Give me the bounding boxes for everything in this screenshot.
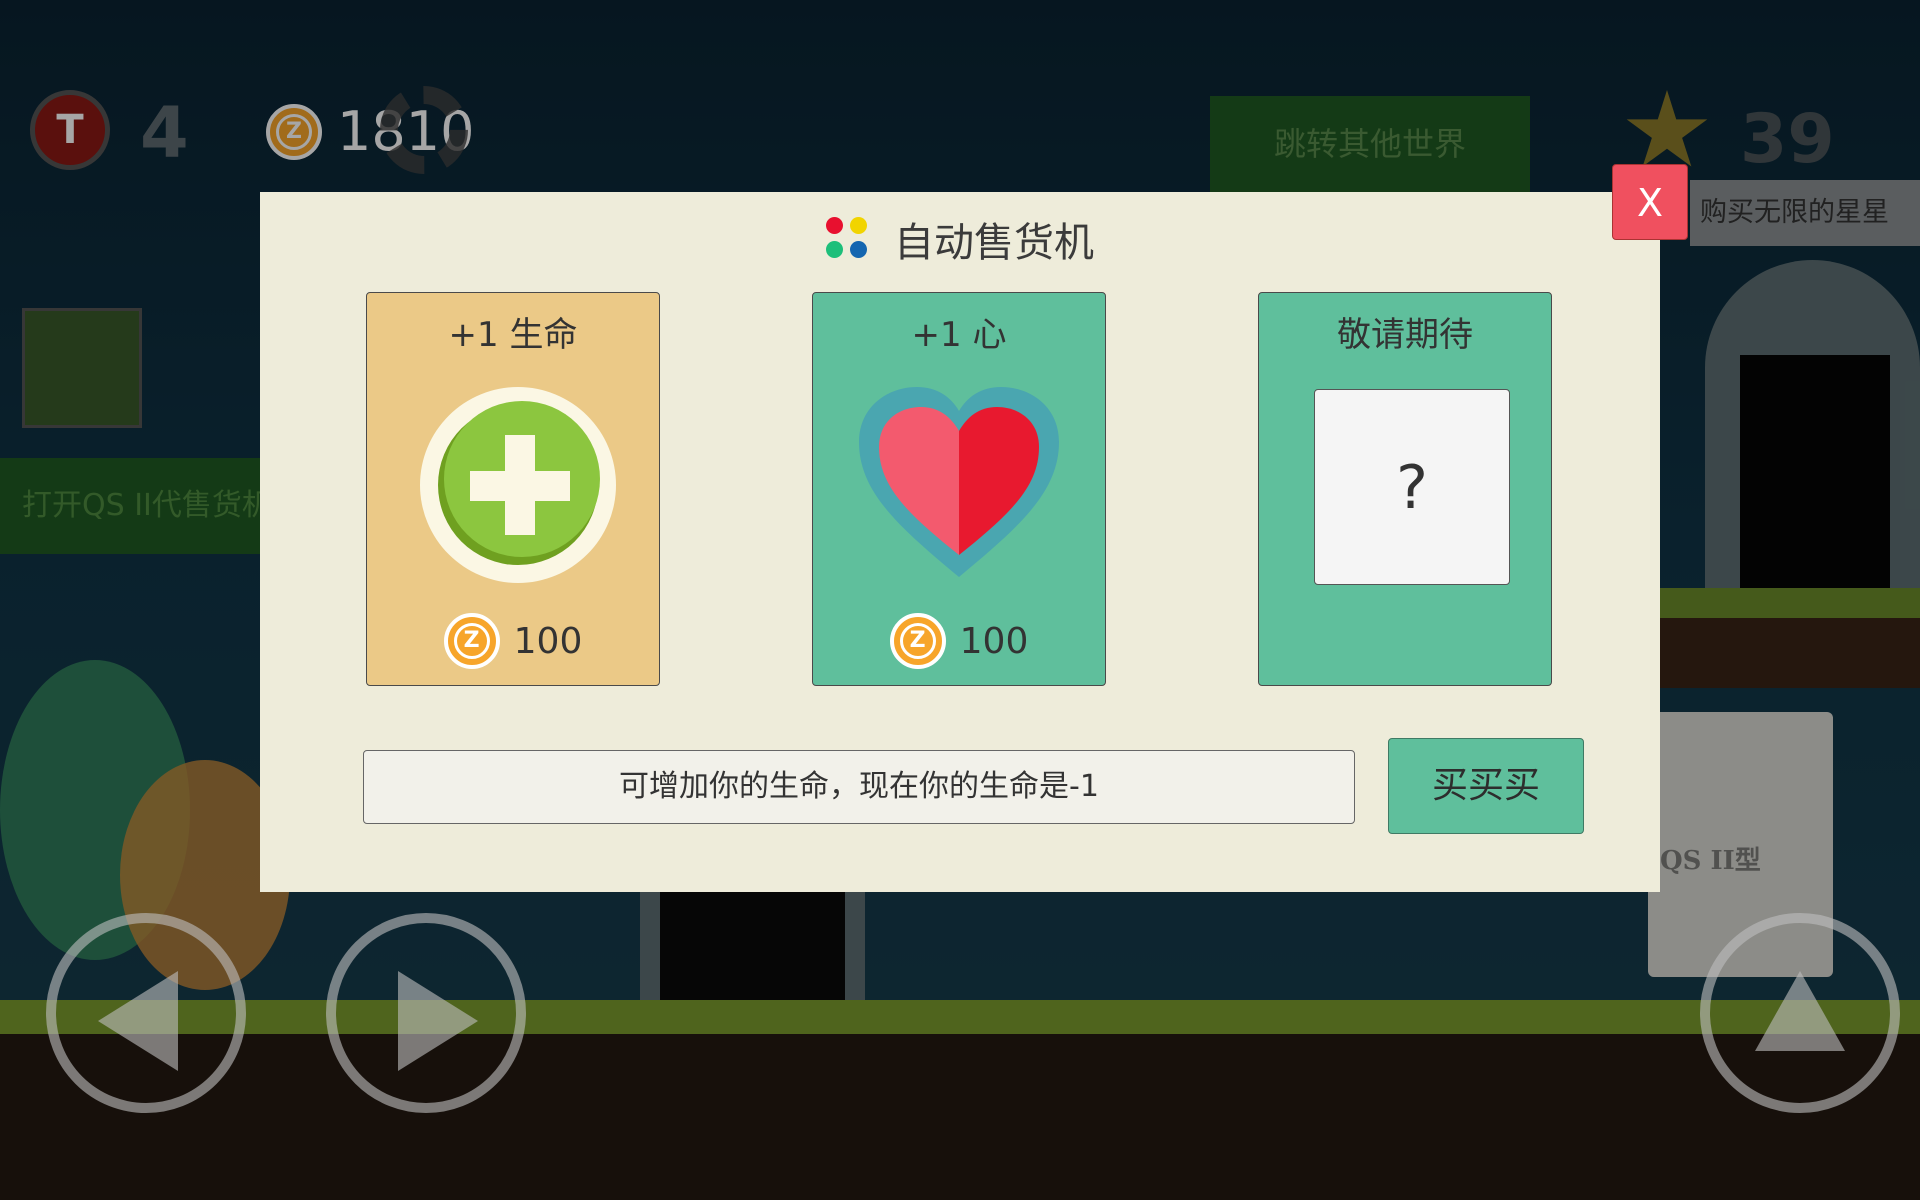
move-left-button[interactable]	[46, 913, 246, 1113]
jump-button[interactable]	[1700, 913, 1900, 1113]
app-dots-icon	[826, 217, 870, 261]
question-icon: ?	[1314, 389, 1510, 585]
item-price: Z 100	[813, 613, 1105, 669]
item-title: +1 生命	[448, 315, 578, 355]
dialog-title: 自动售货机	[260, 210, 1660, 268]
left-arrow-icon	[98, 971, 178, 1071]
close-button[interactable]: X	[1612, 164, 1688, 240]
item-price-value: 100	[513, 620, 583, 662]
dialog-title-text: 自动售货机	[894, 220, 1094, 266]
heart-icon	[859, 387, 1059, 577]
item-price: Z 100	[367, 613, 659, 669]
up-arrow-icon	[1755, 971, 1845, 1051]
item-price-value: 100	[959, 620, 1029, 662]
item-title: 敬请期待	[1337, 315, 1473, 355]
move-right-button[interactable]	[326, 913, 526, 1113]
coin-icon: Z	[889, 613, 946, 669]
buy-button[interactable]: 买买买	[1388, 738, 1584, 834]
vending-machine-dialog: 自动售货机 +1 生命 Z 100 +1 心 Z 100 敬请期待 ? 可增加你…	[260, 192, 1660, 892]
coin-icon: Z	[443, 613, 500, 669]
question-mark: ?	[1396, 453, 1428, 523]
item-card-extra-life[interactable]: +1 生命 Z 100	[366, 292, 660, 686]
plus-icon	[420, 387, 616, 583]
item-card-extra-heart[interactable]: +1 心 Z 100	[812, 292, 1106, 686]
item-title: +1 心	[911, 315, 1007, 355]
right-arrow-icon	[398, 971, 478, 1071]
item-description: 可增加你的生命，现在你的生命是-1	[363, 750, 1355, 824]
item-card-coming-soon: 敬请期待 ?	[1258, 292, 1552, 686]
